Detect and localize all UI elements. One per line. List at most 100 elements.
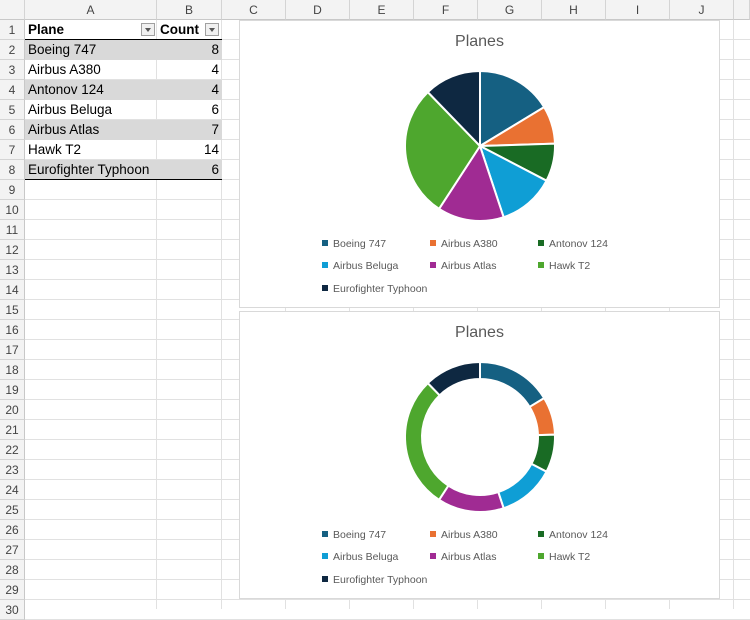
doughnut-slice-airbus-beluga[interactable]	[497, 462, 548, 510]
row-header-29[interactable]: 29	[0, 580, 25, 600]
legend-swatch-icon	[538, 553, 544, 559]
legend-entry[interactable]: Airbus Beluga	[322, 551, 398, 563]
legend-entry[interactable]: Airbus Beluga	[322, 260, 398, 272]
select-all-corner[interactable]	[0, 0, 25, 20]
table-cell-plane[interactable]: Antonov 124	[25, 80, 157, 100]
table-cell-plane[interactable]: Boeing 747	[25, 40, 157, 60]
row-header-26[interactable]: 26	[0, 520, 25, 540]
column-header-C[interactable]: C	[222, 0, 286, 20]
row-header-7[interactable]: 7	[0, 140, 25, 160]
column-header-D[interactable]: D	[286, 0, 350, 20]
legend-label: Airbus Atlas	[441, 260, 497, 272]
doughnut-slice-airbus-atlas[interactable]	[437, 484, 505, 513]
column-header-F[interactable]: F	[414, 0, 478, 20]
column-header-J[interactable]: J	[670, 0, 734, 20]
legend-entry[interactable]: Antonov 124	[538, 529, 608, 541]
legend-entry[interactable]: Hawk T2	[538, 260, 590, 272]
row-header-2[interactable]: 2	[0, 40, 25, 60]
legend-swatch-icon	[430, 262, 436, 268]
doughnut-slice-hawk-t2[interactable]	[404, 381, 450, 502]
legend-label: Airbus Beluga	[333, 260, 399, 272]
legend-swatch-icon	[322, 240, 328, 246]
legend-label: Eurofighter Typhoon	[333, 574, 428, 586]
table-cell-plane[interactable]: Airbus A380	[25, 60, 157, 80]
row-header-18[interactable]: 18	[0, 360, 25, 380]
row-header-14[interactable]: 14	[0, 280, 25, 300]
legend-entry[interactable]: Airbus A380	[430, 529, 498, 541]
row-header-21[interactable]: 21	[0, 420, 25, 440]
row-header-16[interactable]: 16	[0, 320, 25, 340]
column-header-E[interactable]: E	[350, 0, 414, 20]
table-cell-count[interactable]: 6	[157, 160, 222, 180]
doughnut-slice-eurofighter-typhoon[interactable]	[426, 360, 481, 397]
table-header-plane[interactable]: Plane	[25, 20, 157, 40]
row-header-17[interactable]: 17	[0, 340, 25, 360]
table-cell-plane[interactable]: Eurofighter Typhoon	[25, 160, 157, 180]
legend-swatch-icon	[430, 553, 436, 559]
legend-label: Airbus A380	[441, 529, 498, 541]
legend-entry[interactable]: Airbus A380	[430, 238, 498, 250]
legend-entry[interactable]: Boeing 747	[322, 238, 386, 250]
row-header-12[interactable]: 12	[0, 240, 25, 260]
legend-entry[interactable]: Hawk T2	[538, 551, 590, 563]
legend-label: Boeing 747	[333, 529, 387, 541]
legend-swatch-icon	[322, 262, 328, 268]
row-header-3[interactable]: 3	[0, 60, 25, 80]
legend-entry[interactable]: Airbus Atlas	[430, 260, 496, 272]
column-header-A[interactable]: A	[25, 0, 157, 20]
row-header-9[interactable]: 9	[0, 180, 25, 200]
gridline	[25, 599, 750, 600]
table-cell-plane[interactable]: Airbus Atlas	[25, 120, 157, 140]
legend-label: Antonov 124	[549, 529, 608, 541]
row-header-27[interactable]: 27	[0, 540, 25, 560]
table-cell-count[interactable]: 6	[157, 100, 222, 120]
doughnut-slice-boeing-747[interactable]	[479, 360, 546, 409]
row-header-20[interactable]: 20	[0, 400, 25, 420]
table-cell-plane[interactable]: Hawk T2	[25, 140, 157, 160]
table-cell-count[interactable]: 7	[157, 120, 222, 140]
row-header-25[interactable]: 25	[0, 500, 25, 520]
row-header-30[interactable]: 30	[0, 600, 25, 620]
row-header-28[interactable]: 28	[0, 560, 25, 580]
table-cell-count[interactable]: 8	[157, 40, 222, 60]
legend-swatch-icon	[322, 531, 328, 537]
row-header-13[interactable]: 13	[0, 260, 25, 280]
legend-swatch-icon	[322, 285, 328, 291]
legend-entry[interactable]: Airbus Atlas	[430, 551, 496, 563]
column-header[interactable]	[734, 0, 750, 20]
row-header-5[interactable]: 5	[0, 100, 25, 120]
legend-swatch-icon	[322, 553, 328, 559]
pie-chart[interactable]: Planes Boeing 747 Airbus A380 Antonov 124 A…	[239, 20, 720, 308]
column-header-H[interactable]: H	[542, 0, 606, 20]
doughnut-slice-airbus-a380[interactable]	[528, 396, 556, 437]
table-cell-plane[interactable]: Airbus Beluga	[25, 100, 157, 120]
filter-dropdown-plane[interactable]	[141, 23, 155, 36]
legend-label: Eurofighter Typhoon	[333, 283, 428, 295]
legend-entry[interactable]: Eurofighter Typhoon	[322, 283, 427, 295]
column-header-G[interactable]: G	[478, 0, 542, 20]
column-header-B[interactable]: B	[157, 0, 222, 20]
legend-entry[interactable]: Boeing 747	[322, 529, 386, 541]
row-header-10[interactable]: 10	[0, 200, 25, 220]
row-header-19[interactable]: 19	[0, 380, 25, 400]
column-header-I[interactable]: I	[606, 0, 670, 20]
table-cell-count[interactable]: 14	[157, 140, 222, 160]
legend-swatch-icon	[430, 240, 436, 246]
doughnut-chart[interactable]: Planes Boeing 747 Airbus A380 Antonov 124 A…	[239, 311, 720, 599]
table-cell-count[interactable]: 4	[157, 60, 222, 80]
row-header-8[interactable]: 8	[0, 160, 25, 180]
row-header-22[interactable]: 22	[0, 440, 25, 460]
legend-entry[interactable]: Eurofighter Typhoon	[322, 574, 427, 586]
filter-dropdown-count[interactable]	[205, 23, 219, 36]
gridline	[733, 20, 734, 609]
legend-entry[interactable]: Antonov 124	[538, 238, 608, 250]
row-header-15[interactable]: 15	[0, 300, 25, 320]
row-header-6[interactable]: 6	[0, 120, 25, 140]
row-header-11[interactable]: 11	[0, 220, 25, 240]
legend-label: Airbus Atlas	[441, 551, 497, 563]
row-header-24[interactable]: 24	[0, 480, 25, 500]
row-header-4[interactable]: 4	[0, 80, 25, 100]
row-header-23[interactable]: 23	[0, 460, 25, 480]
row-header-1[interactable]: 1	[0, 20, 25, 40]
table-cell-count[interactable]: 4	[157, 80, 222, 100]
